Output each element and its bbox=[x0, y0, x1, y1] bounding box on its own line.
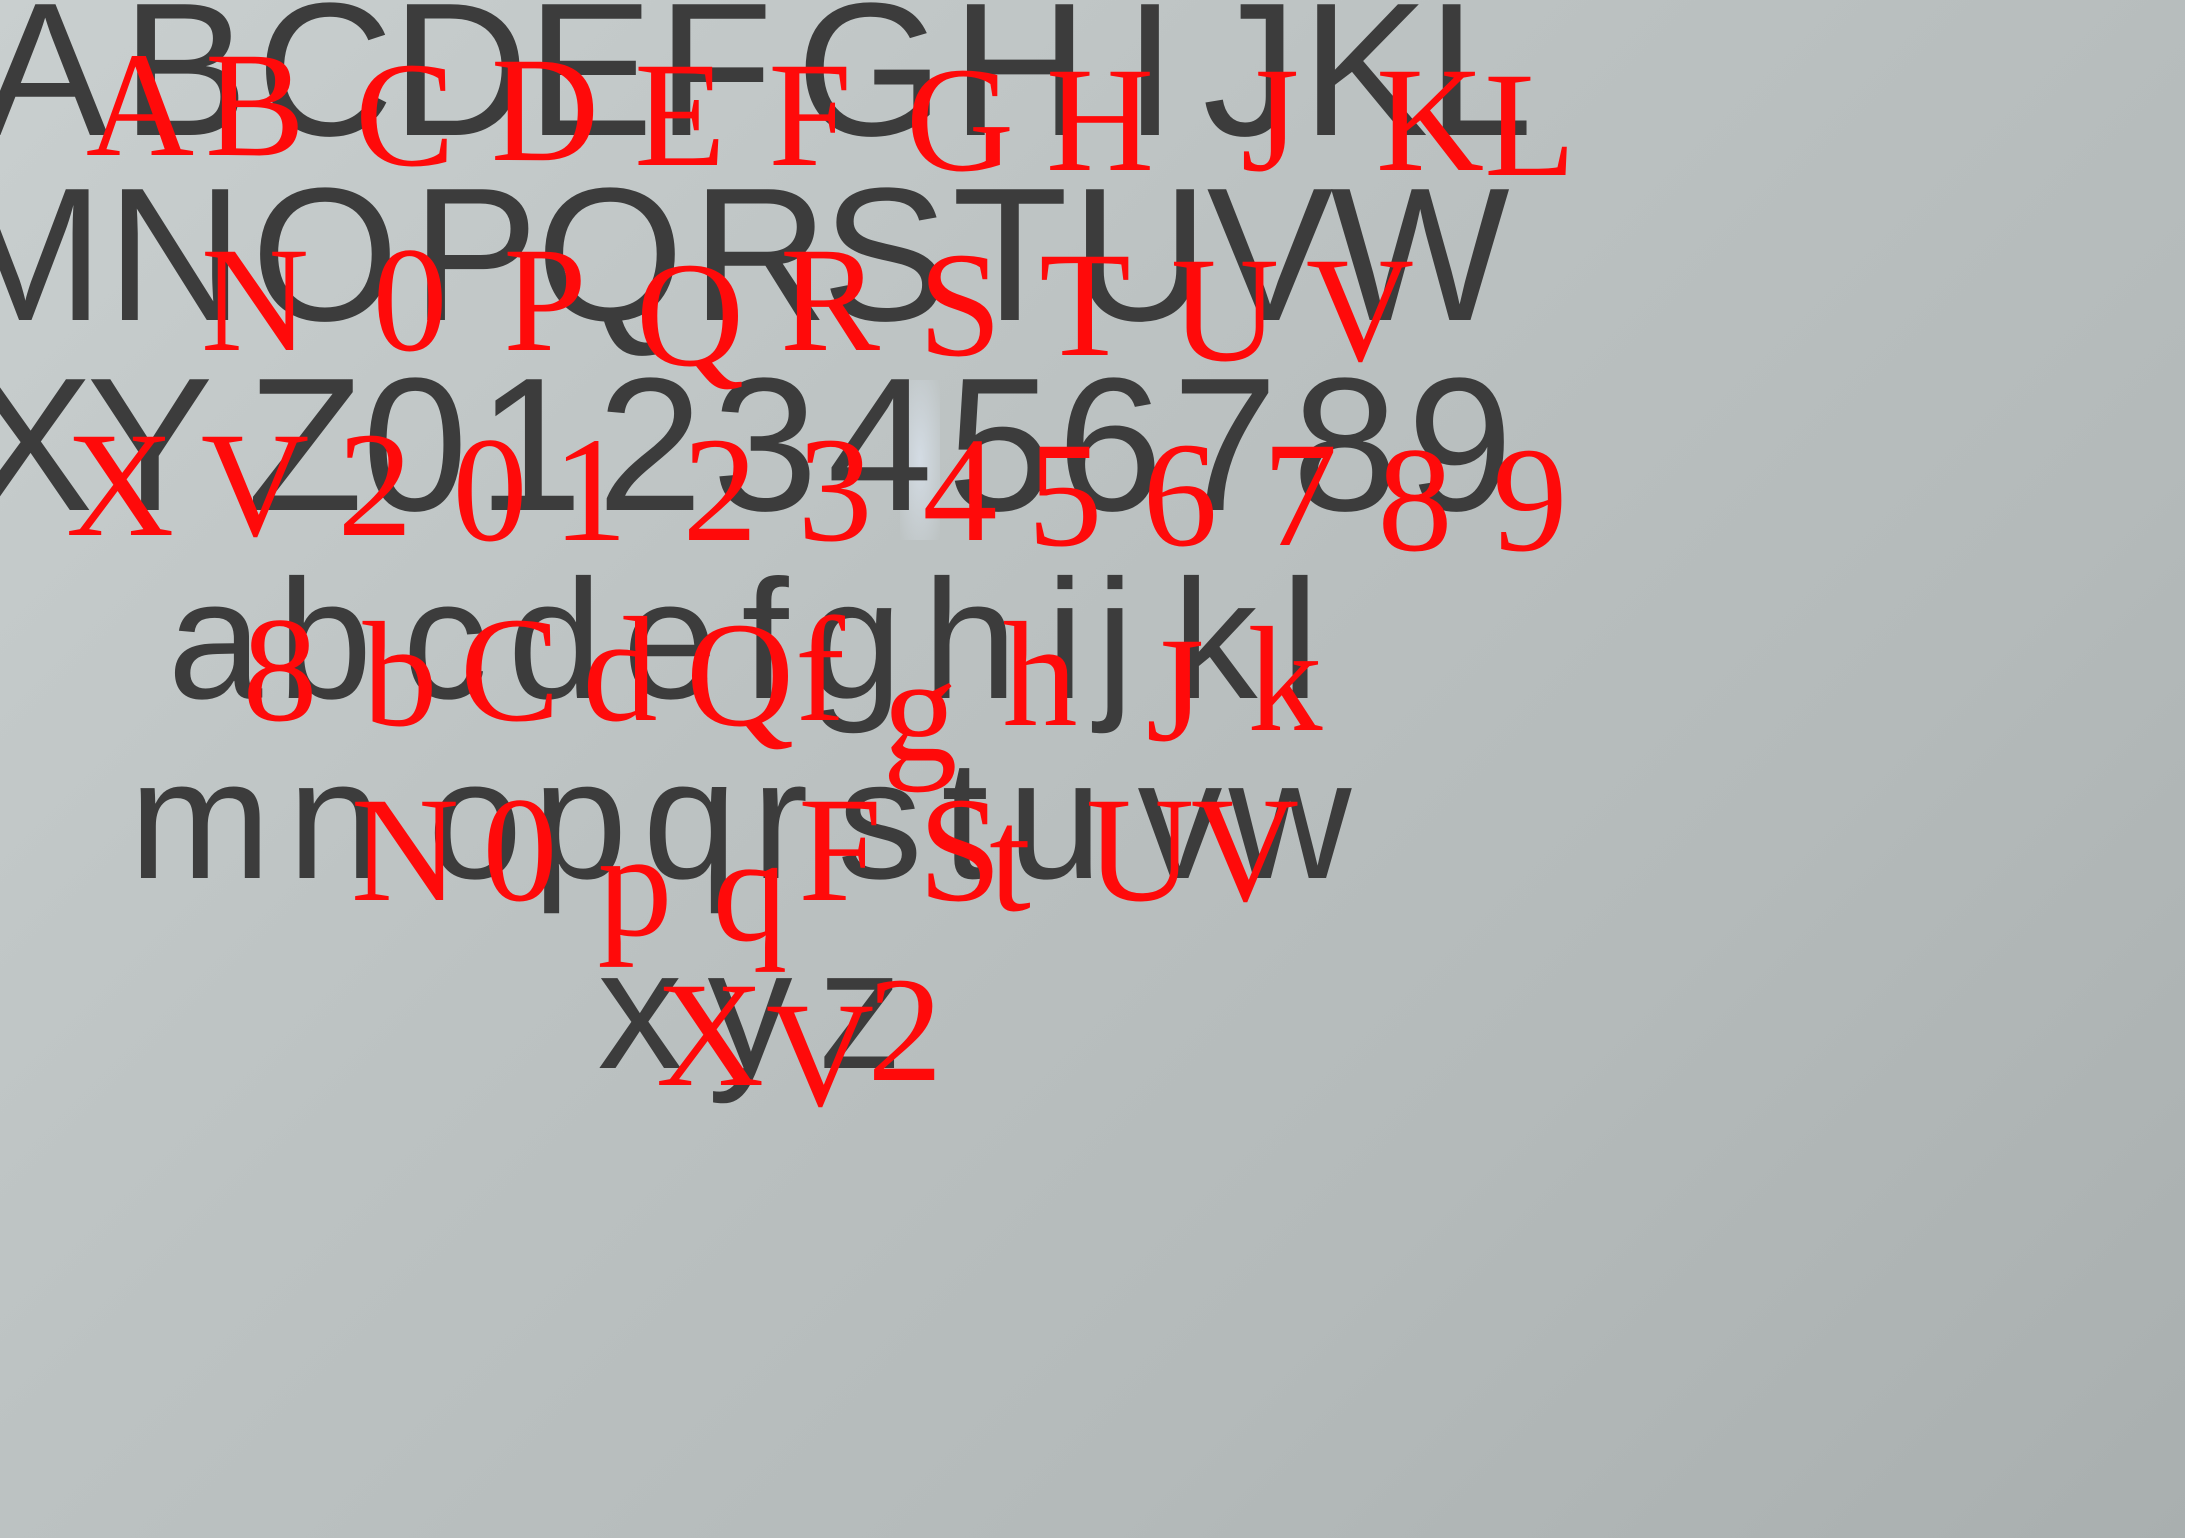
ocr-label: D bbox=[490, 27, 600, 193]
photo: ABCDEFGHIJKLMNOPQRSTUVWXYZ0123456789abcd… bbox=[0, 0, 2185, 1538]
ocr-label: P bbox=[503, 217, 587, 383]
ocr-label: d bbox=[582, 587, 658, 753]
ocr-label: J bbox=[1145, 607, 1205, 773]
ocr-label: X bbox=[655, 952, 765, 1118]
ocr-label: 2 bbox=[867, 947, 943, 1113]
printed-glyph: m bbox=[129, 725, 271, 915]
ocr-label: J bbox=[1240, 37, 1300, 203]
printed-glyph: M bbox=[0, 149, 105, 361]
ocr-label: G bbox=[905, 37, 1015, 203]
ocr-label: B bbox=[204, 22, 306, 188]
ocr-label: 0 bbox=[452, 407, 528, 573]
ocr-label: h bbox=[1002, 592, 1078, 758]
ocr-label: N bbox=[200, 217, 310, 383]
ocr-label: f bbox=[795, 587, 845, 753]
ocr-label: q bbox=[712, 807, 788, 973]
ocr-label: A bbox=[85, 22, 195, 188]
ocr-label: t bbox=[989, 777, 1031, 943]
ocr-label: T bbox=[1039, 222, 1131, 388]
ocr-label: 4 bbox=[922, 407, 998, 573]
ocr-label: V bbox=[1305, 227, 1415, 393]
ocr-label: C bbox=[354, 32, 456, 198]
ocr-label: 2 bbox=[337, 402, 413, 568]
ocr-label: F bbox=[768, 32, 852, 198]
ocr-label: V bbox=[765, 972, 875, 1138]
ocr-label: 0 bbox=[482, 767, 558, 933]
ocr-label: U bbox=[1170, 227, 1280, 393]
ocr-label: 5 bbox=[1027, 412, 1103, 578]
ocr-label: L bbox=[1484, 42, 1576, 208]
ocr-label: 2 bbox=[682, 407, 758, 573]
ocr-label: N bbox=[350, 767, 460, 933]
ocr-label: F bbox=[798, 767, 882, 933]
ocr-label: 0 bbox=[372, 217, 448, 383]
ocr-label: E bbox=[634, 32, 726, 198]
ocr-label: C bbox=[459, 587, 561, 753]
ocr-label: 8 bbox=[1377, 417, 1453, 583]
ocr-label: 8 bbox=[242, 587, 318, 753]
ocr-label: R bbox=[779, 217, 881, 383]
ocr-label: Q bbox=[685, 592, 795, 758]
ocr-label: b bbox=[362, 592, 438, 758]
ocr-label: H bbox=[1045, 37, 1155, 203]
ocr-label: 6 bbox=[1142, 412, 1218, 578]
ocr-label: 9 bbox=[1492, 417, 1568, 583]
ocr-label: U bbox=[1085, 767, 1195, 933]
ocr-label: V bbox=[1190, 767, 1300, 933]
ocr-label: Q bbox=[635, 232, 745, 398]
ocr-label: 3 bbox=[797, 407, 873, 573]
printed-glyph: j bbox=[1096, 545, 1134, 735]
ocr-label: K bbox=[1375, 37, 1485, 203]
ocr-label: 7 bbox=[1262, 412, 1338, 578]
ocr-label: X bbox=[65, 402, 175, 568]
ocr-label: k bbox=[1247, 597, 1323, 763]
ocr-label: V bbox=[200, 402, 310, 568]
ocr-label: S bbox=[918, 222, 1002, 388]
ocr-label: g bbox=[882, 627, 958, 793]
ocr-label: 1 bbox=[552, 407, 628, 573]
ocr-label: p bbox=[597, 802, 673, 968]
